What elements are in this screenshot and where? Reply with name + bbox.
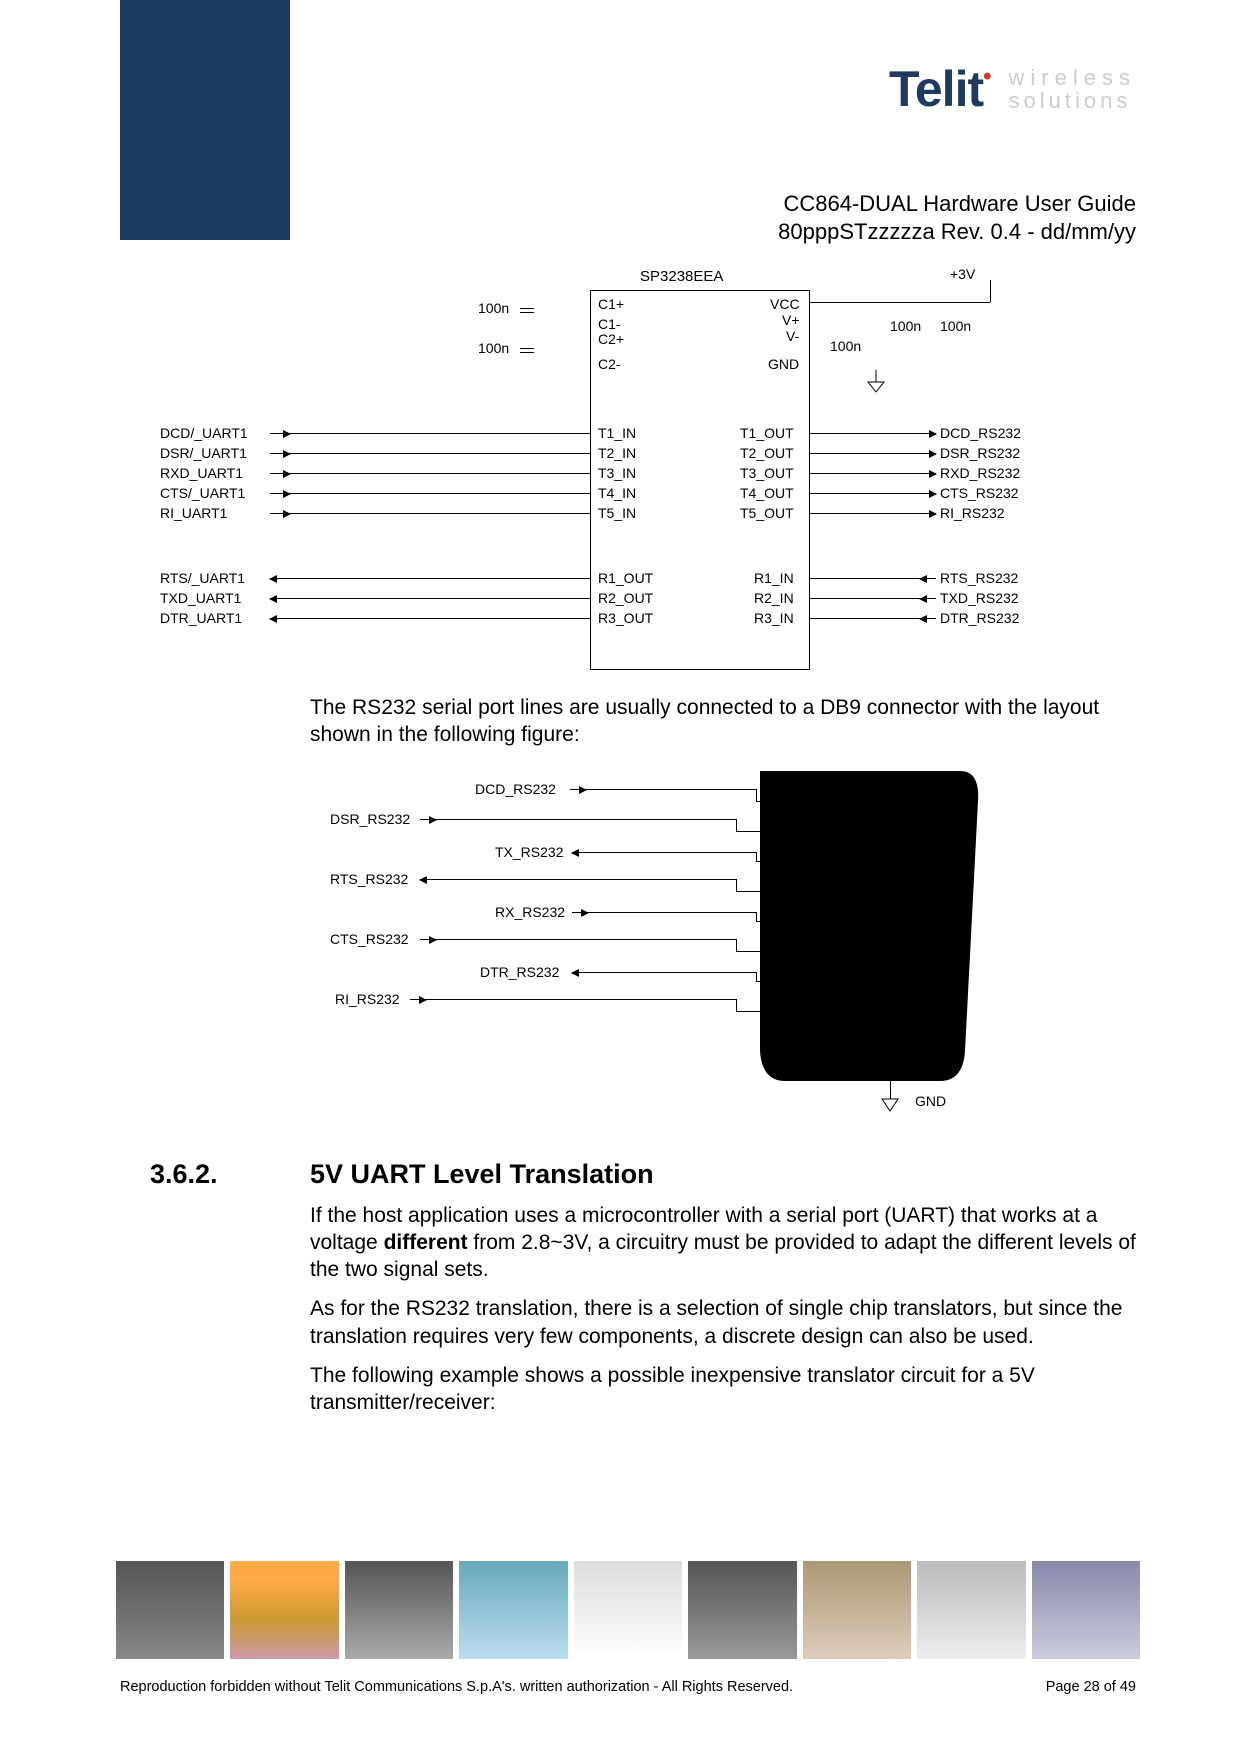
db9-signal: CTS_RS232 [330, 931, 409, 947]
uart-signal: RXD_UART1 [160, 465, 243, 481]
cap-label: 100n [478, 300, 509, 316]
db9-signal: DTR_RS232 [480, 964, 559, 980]
body-paragraph: The RS232 serial port lines are usually … [310, 694, 1140, 749]
pin-label: R1_IN [754, 570, 794, 586]
rs232-signal: TXD_RS232 [940, 590, 1019, 606]
body-paragraph: If the host application uses a microcont… [310, 1202, 1140, 1284]
db9-signal: DSR_RS232 [330, 811, 410, 827]
rs232-signal: CTS_RS232 [940, 485, 1019, 501]
logo-text: Telit• [889, 60, 990, 118]
gnd-icon [880, 1097, 900, 1115]
db9-pin-number: 2 [946, 859, 962, 867]
chip-name: SP3238EEA [640, 268, 723, 285]
db9-signal: RX_RS232 [495, 904, 565, 920]
db9-pin-number: 7 [788, 883, 804, 891]
pin-label: R3_IN [754, 610, 794, 626]
gnd-icon [866, 370, 886, 394]
db9-signal: RI_RS232 [335, 991, 400, 1007]
db9-pin-number: 1 [946, 799, 962, 807]
rs232-signal: DTR_RS232 [940, 610, 1019, 626]
pin-label: T3_OUT [740, 465, 794, 481]
section-title: 5V UART Level Translation [310, 1159, 654, 1189]
circuit-figure-sp3238: SP3238EEA +3V C1+ C1- C2+ C2- VCC V+ V- … [310, 260, 1090, 680]
rs232-signal: RTS_RS232 [940, 570, 1018, 586]
rs232-signal: RXD_RS232 [940, 465, 1020, 481]
pin-label: T5_OUT [740, 505, 794, 521]
uart-signal: CTS/_UART1 [160, 485, 245, 501]
rs232-signal: RI_RS232 [940, 505, 1005, 521]
db9-connector-icon [750, 761, 990, 1111]
pin-label: T5_IN [598, 505, 636, 521]
pin-label: VCC [770, 296, 800, 312]
db9-figure: 1 2 3 4 5 6 7 8 9 DCD_RS232 TX_RS232 RX_… [340, 761, 1000, 1131]
body-paragraph: The following example shows a possible i… [310, 1362, 1140, 1417]
brand-logo: Telit• wireless solutions [889, 60, 1136, 118]
db9-signal: TX_RS232 [495, 844, 563, 860]
uart-signal: RTS/_UART1 [160, 570, 245, 586]
db9-pin-number: 8 [788, 943, 804, 951]
pin-label: R3_OUT [598, 610, 653, 626]
pin-label: C2- [598, 356, 621, 372]
pin-label: T4_OUT [740, 485, 794, 501]
logo-tagline: wireless solutions [1009, 66, 1136, 112]
rs232-signal: DSR_RS232 [940, 445, 1020, 461]
pin-label: T4_IN [598, 485, 636, 501]
rs232-signal: DCD_RS232 [940, 425, 1021, 441]
db9-pin-number: 4 [946, 979, 962, 987]
pin-label: T2_OUT [740, 445, 794, 461]
footer-image-strip [115, 1560, 1141, 1660]
pin-label: C2+ [598, 331, 624, 347]
supply-label: +3V [950, 266, 975, 282]
uart-signal: RI_UART1 [160, 505, 227, 521]
body-paragraph: As for the RS232 translation, there is a… [310, 1295, 1140, 1350]
pin-label: T1_OUT [740, 425, 794, 441]
cap-label: 100n [890, 318, 921, 334]
footer-page: Page 28 of 49 [1046, 1679, 1136, 1695]
uart-signal: TXD_UART1 [160, 590, 241, 606]
pin-label: T3_IN [598, 465, 636, 481]
pin-label: R2_OUT [598, 590, 653, 606]
pin-label: T1_IN [598, 425, 636, 441]
section-heading: 3.6.2.5V UART Level Translation [150, 1159, 1140, 1190]
cap-label: 100n [830, 338, 861, 354]
doc-header: CC864-DUAL Hardware User Guide 80pppSTzz… [778, 190, 1136, 245]
uart-signal: DSR/_UART1 [160, 445, 247, 461]
db9-signal: RTS_RS232 [330, 871, 408, 887]
pin-label: R1_OUT [598, 570, 653, 586]
pin-label: C1+ [598, 296, 624, 312]
cap-label: 100n [478, 340, 509, 356]
cap-label: 100n [940, 318, 971, 334]
footer-copyright: Reproduction forbidden without Telit Com… [120, 1679, 793, 1695]
db9-pin-number: 9 [788, 1003, 804, 1011]
section-number: 3.6.2. [150, 1159, 310, 1190]
db9-signal: DCD_RS232 [475, 781, 556, 797]
pin-label: GND [768, 356, 799, 372]
pin-label: T2_IN [598, 445, 636, 461]
pin-label: R2_IN [754, 590, 794, 606]
footer-text: Reproduction forbidden without Telit Com… [120, 1679, 1136, 1695]
db9-pin-number: 6 [788, 823, 804, 831]
doc-title: CC864-DUAL Hardware User Guide [778, 190, 1136, 218]
sidebar-block [120, 0, 290, 240]
gnd-label: GND [915, 1093, 946, 1109]
db9-pin-number: 5 [946, 1039, 962, 1047]
pin-label: C1- [598, 316, 621, 332]
db9-pin-number: 3 [946, 919, 962, 927]
pin-label: V- [786, 328, 799, 344]
doc-rev: 80pppSTzzzzza Rev. 0.4 - dd/mm/yy [778, 218, 1136, 246]
pin-label: V+ [782, 312, 800, 328]
uart-signal: DCD/_UART1 [160, 425, 248, 441]
uart-signal: DTR_UART1 [160, 610, 242, 626]
